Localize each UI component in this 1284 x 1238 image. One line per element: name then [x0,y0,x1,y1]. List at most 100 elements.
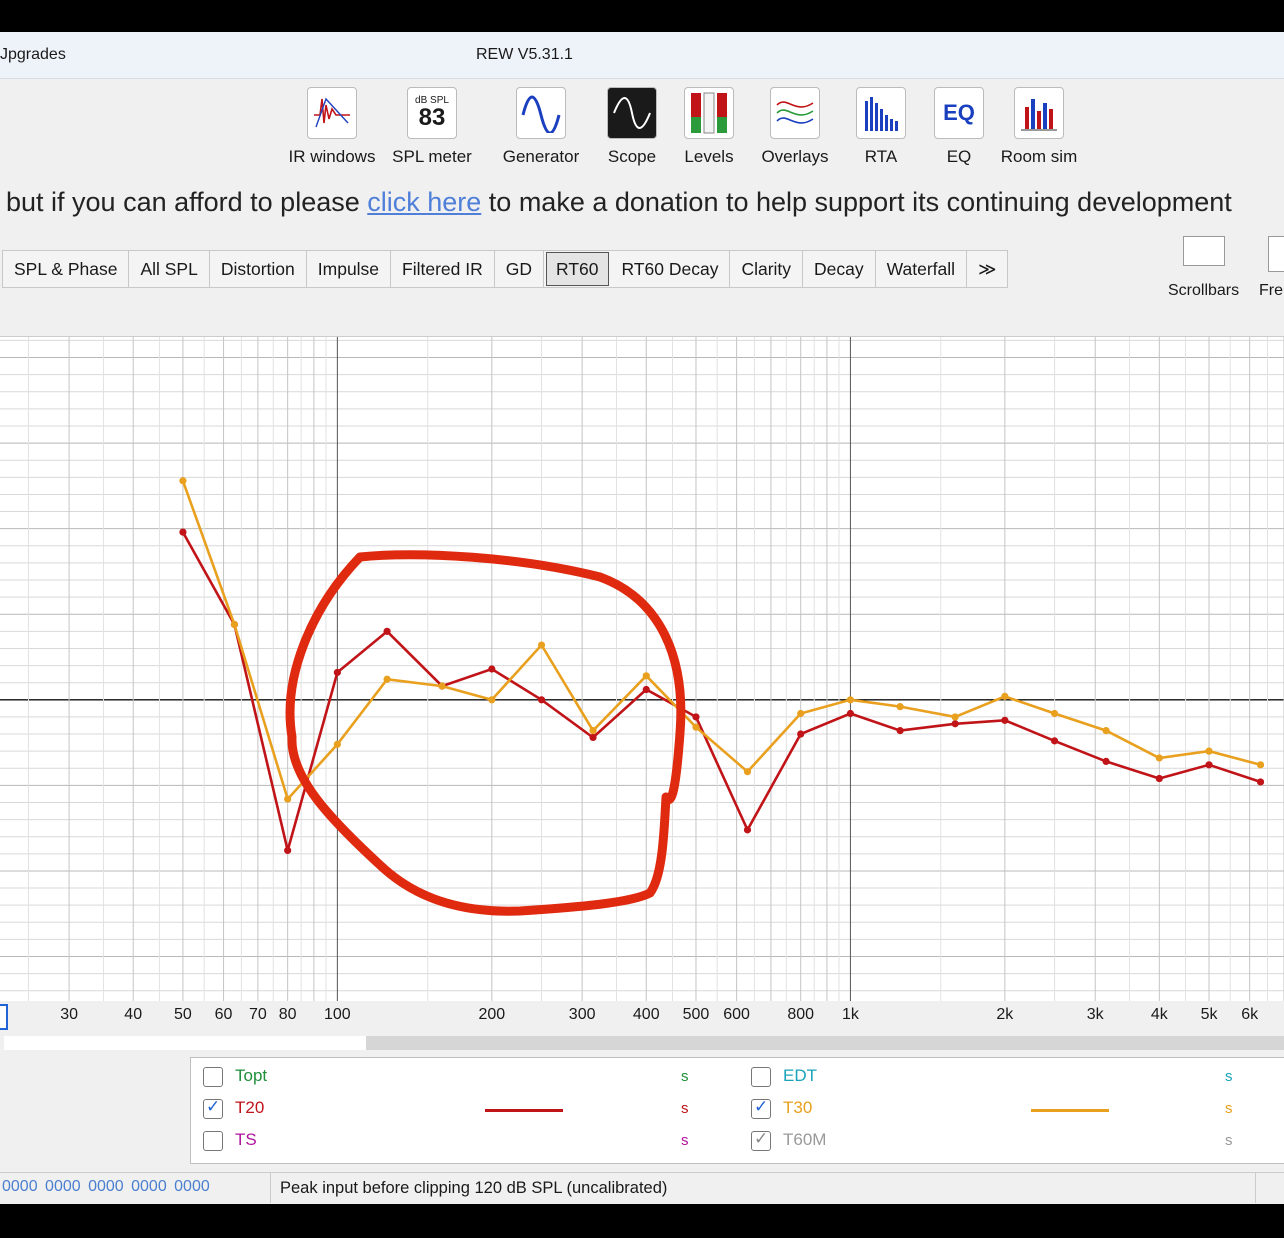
tab-filtered-ir[interactable]: Filtered IR [391,251,495,287]
x-tick-label: 4k [1150,1006,1168,1023]
tab-clarity[interactable]: Clarity [730,251,804,287]
data-point-t20 [333,668,341,677]
axis-min-field[interactable] [0,1004,8,1030]
toolbar-label: EQ [946,147,972,166]
legend-item-t60m: T60M s [751,1128,1284,1158]
sine-wave-icon [516,87,566,139]
donation-link[interactable]: click here [367,187,481,217]
toolbar-room-sim[interactable]: Room sim [994,87,1084,167]
toolbar-eq[interactable]: EQ EQ [930,87,988,167]
data-point-t30 [1102,727,1110,735]
x-tick-label: 400 [632,1006,660,1023]
data-point-t30 [1050,709,1059,718]
legend-checkbox-t60m[interactable] [751,1129,771,1151]
toolbar-label: Scope [607,147,657,166]
graph-tabs: SPL & Phase All SPL Distortion Impulse Filte… [2,250,1009,288]
data-point-t30 [1205,747,1213,755]
legend-label: T30 [783,1098,813,1117]
tab-gd[interactable]: GD [495,251,545,287]
freq-axis-label: Fre [1259,282,1283,299]
tab-rt60[interactable]: RT60 [546,252,609,286]
toolbar-generator[interactable]: Generator [498,87,584,167]
data-point-t20 [1050,737,1059,745]
toolbar-label: SPL meter [392,147,472,166]
tab-impulse[interactable]: Impulse [307,251,392,287]
legend-line-swatch [1031,1109,1109,1112]
tab-rt60-decay[interactable]: RT60 Decay [611,251,731,287]
x-tick-label: 30 [60,1006,78,1023]
freq-axis-icon[interactable] [1268,236,1284,272]
data-point-t30 [1155,754,1163,762]
toolbar-levels[interactable]: Levels [680,87,738,167]
scrollbar-track[interactable] [366,1036,1284,1050]
toolbar-rta[interactable]: RTA [852,87,910,167]
oscilloscope-icon [607,87,657,139]
data-point-t30 [383,675,391,683]
data-point-t30 [896,703,904,711]
x-tick-label: 60 [214,1006,233,1023]
x-tick-label: 50 [174,1006,192,1023]
tab-spl-phase[interactable]: SPL & Phase [3,251,130,287]
toolbar-label: IR windows [288,147,376,166]
data-point-t30 [589,727,597,735]
tab-all-spl[interactable]: All SPL [129,251,210,287]
x-tick-label: 2k [996,1006,1014,1023]
data-point-t20 [642,685,650,694]
data-point-t20 [743,826,752,834]
legend-label: Topt [235,1066,268,1085]
legend-checkbox-t20[interactable] [203,1097,223,1119]
rt60-graph[interactable] [0,336,1284,1002]
legend-item-edt: EDT s [751,1064,1284,1094]
level-bars-icon [684,87,734,139]
data-point-t20 [179,528,187,536]
toolbar-label: Overlays [761,147,829,166]
rew-window: Jpgrades REW V5.31.1 IR windows dB SPL 8… [0,32,1284,1204]
data-point-t30 [642,672,650,680]
toolbar-spl-meter[interactable]: dB SPL 83 SPL meter [388,87,476,167]
legend-checkbox-edt[interactable] [751,1067,771,1087]
legend-checkbox-ts[interactable] [203,1131,223,1151]
scrollbars-icon [1182,236,1225,266]
legend-label: T60M [783,1130,827,1149]
tab-distortion[interactable]: Distortion [210,251,307,287]
x-tick-label: 3k [1086,1006,1104,1023]
legend-unit: s [681,1100,689,1117]
data-point-t30 [537,641,546,649]
legend-checkbox-topt[interactable] [203,1067,223,1087]
legend-unit: s [1225,1068,1233,1085]
legend-unit: s [681,1132,689,1149]
data-point-t20 [1256,778,1265,786]
data-point-t20 [951,720,959,728]
data-point-t30 [284,795,292,803]
scrollbar-thumb[interactable] [4,1036,366,1050]
toolbar-scope[interactable]: Scope [598,87,666,167]
scrollbars-toggle[interactable]: Scrollbars [1168,236,1239,300]
legend-panel: Topt s EDT s T20 s T30 s TS s T60M s [190,1057,1284,1164]
menu-upgrades[interactable]: Jpgrades [0,46,66,64]
legend-item-t30: T30 s [751,1096,1284,1126]
legend-label: T20 [235,1098,265,1117]
legend-checkbox-t30[interactable] [751,1097,771,1119]
annotation-circle [285,550,686,916]
tab-more[interactable]: ≫ [967,251,1007,287]
data-point-t20 [846,709,855,718]
chart-grid [0,337,1284,1001]
legend-unit: s [1225,1100,1233,1117]
status-message: Peak input before clipping 120 dB SPL (u… [270,1173,667,1203]
data-point-t20 [692,713,700,721]
toolbar-label: Room sim [1000,147,1078,166]
toolbar-overlays[interactable]: Overlays [756,87,834,167]
horizontal-scrollbar[interactable] [0,1033,1284,1053]
data-point-t20 [488,665,496,673]
status-counters: 0000 0000 0000 0000 0000 [2,1178,210,1195]
tab-waterfall[interactable]: Waterfall [876,251,968,287]
data-point-t20 [1001,716,1009,724]
tab-decay[interactable]: Decay [803,251,876,287]
data-point-t30 [179,477,187,485]
data-point-t30 [951,713,959,721]
scrollbars-label: Scrollbars [1168,282,1240,299]
data-point-t30 [333,740,341,748]
data-point-t20 [1102,757,1110,766]
toolbar-ir-windows[interactable]: IR windows [282,87,382,167]
ir-windows-icon [307,87,357,139]
